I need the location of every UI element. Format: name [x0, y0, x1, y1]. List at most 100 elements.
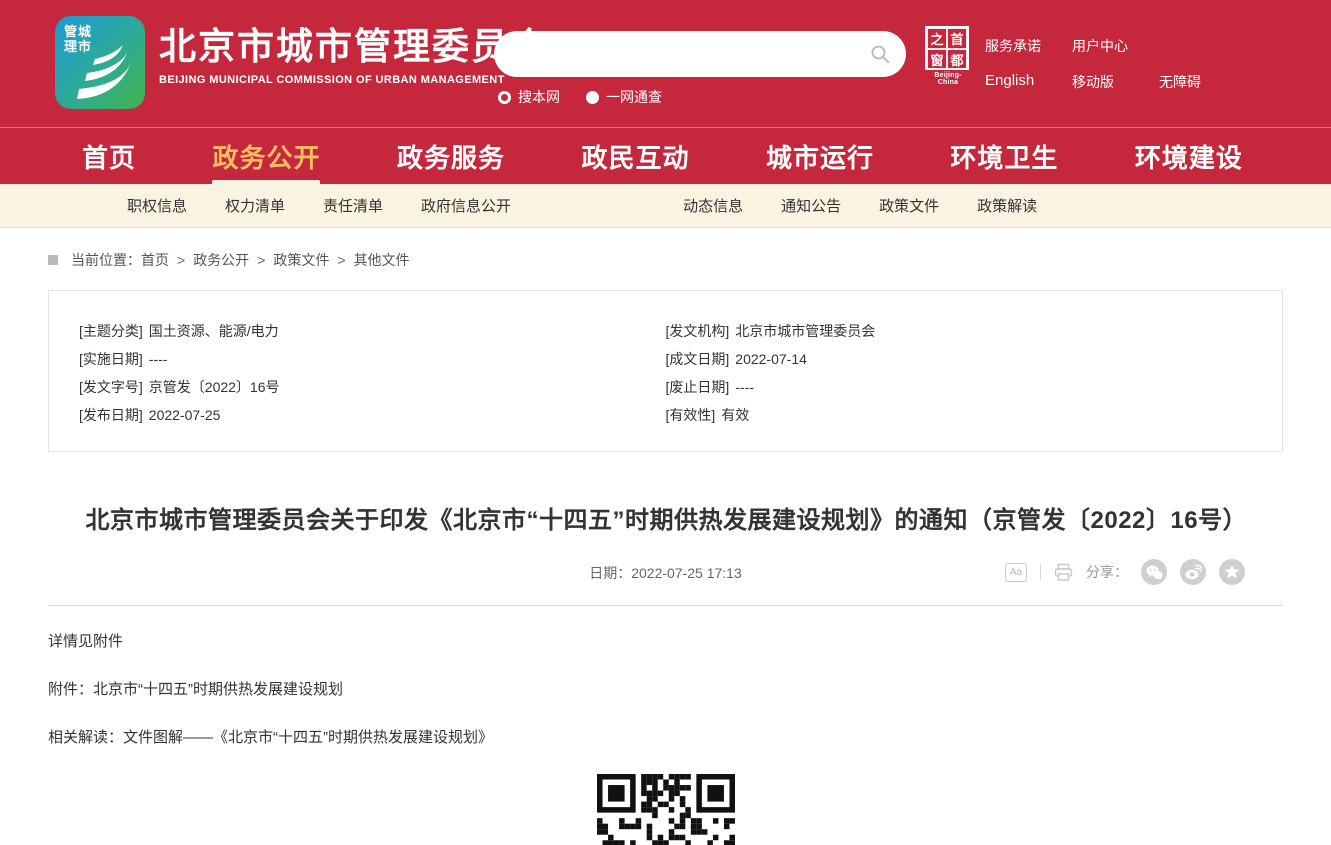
sub-nav: 职权信息 权力清单 责任清单 政府信息公开 动态信息 通知公告 政策文件 政策解… [0, 184, 1331, 228]
meta-label: [发文机构] [666, 323, 730, 339]
radio-selected-icon[interactable] [498, 91, 511, 104]
breadcrumb: 当前位置： 首页 > 政务公开 > 政策文件 > 其他文件 [48, 250, 1331, 270]
org-name-block: 北京市城市管理委员会 BEIJING MUNICIPAL COMMISSION … [159, 16, 549, 86]
radio-unselected-icon[interactable] [586, 91, 599, 104]
breadcrumb-other-documents[interactable]: 其他文件 [354, 250, 410, 270]
weibo-icon[interactable] [1180, 559, 1206, 585]
qr-code-svg [597, 774, 735, 845]
nav-item-home[interactable]: 首页 [82, 128, 136, 185]
scope-option-network[interactable]: 一网通查 [586, 87, 662, 107]
article-tools: Aa 分享： [1005, 559, 1245, 585]
link-accessibility[interactable]: 无障碍 [1159, 72, 1246, 92]
article-title: 北京市城市管理委员会关于印发《北京市“十四五”时期供热发展建设规划》的通知（京管… [86, 496, 1246, 546]
tool-divider [1040, 564, 1041, 580]
font-size-icon[interactable]: Aa [1005, 563, 1027, 582]
capwin-char: 都 [947, 49, 967, 70]
meta-right-column: [发文机构] 北京市城市管理委员会 [成文日期] 2022-07-14 [废止日期]… [666, 317, 1253, 429]
wechat-icon[interactable] [1141, 559, 1167, 585]
meta-value: 北京市城市管理委员会 [735, 323, 875, 339]
link-english[interactable]: English [985, 72, 1072, 92]
scope-label: 搜本网 [518, 87, 560, 107]
breadcrumb-policy-documents[interactable]: 政策文件 [273, 250, 329, 270]
link-service-promise[interactable]: 服务承诺 [985, 36, 1072, 56]
search-area: 搜本网 一网通查 [494, 31, 906, 107]
nav-item-gov-services[interactable]: 政务服务 [397, 128, 505, 185]
meta-label: [废止日期] [666, 379, 730, 395]
link-mobile-version[interactable]: 移动版 [1072, 72, 1159, 92]
meta-value: 2022-07-25 [149, 407, 221, 423]
nav-item-environmental-sanitation[interactable]: 环境卫生 [950, 128, 1058, 185]
subnav-item-policy-interpretation[interactable]: 政策解读 [977, 195, 1037, 216]
paragraph-details: 详情见附件 [48, 632, 1331, 652]
logo-badge-icon: 管城 理市 [55, 16, 145, 109]
article-body: 详情见附件 附件：北京市“十四五”时期供热发展建设规划 相关解读：文件图解——《… [48, 632, 1331, 748]
quick-links: 服务承诺 用户中心 English 移动版 无障碍 [985, 36, 1246, 108]
breadcrumb-separator: > [337, 252, 345, 268]
breadcrumb-square-icon [48, 255, 58, 265]
meta-publish-date: [发布日期] 2022-07-25 [79, 401, 666, 429]
capwin-char: 首 [947, 28, 967, 49]
meta-left-column: [主题分类]国土资源、能源/电力 [实施日期] ---- [发文字号] 京管发〔20… [79, 317, 666, 429]
article-date-row: 日期：2022-07-25 17:13 Aa 分享： [0, 556, 1331, 590]
qr-code [597, 774, 735, 845]
link-user-center[interactable]: 用户中心 [1072, 36, 1159, 56]
meta-value: ---- [735, 379, 754, 395]
capital-window-grid-icon: 之 首 窗 都 [925, 26, 969, 70]
subnav-item-power-list[interactable]: 权力清单 [225, 195, 285, 216]
site-header: 管城 理市 北京市城市管理委员会 BEIJING MUNICIPAL COMMI… [0, 0, 1331, 127]
nav-item-environmental-construction[interactable]: 环境建设 [1135, 128, 1243, 185]
subnav-item-responsibility-list[interactable]: 责任清单 [323, 195, 383, 216]
meta-label: [有效性] [666, 407, 716, 423]
magnifier-icon[interactable] [870, 44, 890, 64]
related-interpretation-link[interactable]: 相关解读：文件图解——《北京市“十四五”时期供热发展建设规划》 [48, 728, 1331, 748]
meta-label: [实施日期] [79, 351, 143, 367]
meta-document-number: [发文字号] 京管发〔2022〕16号 [79, 373, 666, 401]
nav-item-city-operation[interactable]: 城市运行 [766, 128, 874, 185]
breadcrumb-separator: > [257, 252, 265, 268]
meta-value: ---- [149, 351, 168, 367]
breadcrumb-gov-disclosure[interactable]: 政务公开 [193, 250, 249, 270]
capwin-char: 之 [927, 28, 947, 49]
date-value: 2022-07-25 17:13 [631, 565, 742, 581]
title-divider [48, 605, 1283, 606]
logo-swoosh-icon [65, 27, 143, 107]
breadcrumb-separator: > [177, 252, 185, 268]
meta-implementation-date: [实施日期] ---- [79, 345, 666, 373]
capwin-caption: Beijing-China [925, 72, 971, 86]
subnav-item-notices[interactable]: 通知公告 [781, 195, 841, 216]
meta-validity: [有效性] 有效 [666, 401, 1253, 429]
nav-item-public-interaction[interactable]: 政民互动 [581, 128, 689, 185]
attachment-link[interactable]: 附件：北京市“十四五”时期供热发展建设规划 [48, 680, 1331, 700]
org-subtitle: BEIJING MUNICIPAL COMMISSION OF URBAN MA… [159, 74, 549, 86]
capital-window-logo[interactable]: 之 首 窗 都 Beijing-China [925, 26, 971, 86]
meta-value: 有效 [721, 407, 749, 423]
main-nav: 首页 政务公开 政务服务 政民互动 城市运行 环境卫生 环境建设 [0, 127, 1331, 184]
meta-label: [发文字号] [79, 379, 143, 395]
scope-label: 一网通查 [606, 87, 662, 107]
meta-label: [发布日期] [79, 407, 143, 423]
subnav-item-authority-info[interactable]: 职权信息 [127, 195, 187, 216]
subnav-item-dynamic-info[interactable]: 动态信息 [683, 195, 743, 216]
search-scope-options: 搜本网 一网通查 [498, 87, 906, 107]
meta-label: [主题分类] [79, 323, 143, 339]
org-title: 北京市城市管理委员会 [159, 24, 549, 70]
site-logo[interactable]: 管城 理市 北京市城市管理委员会 BEIJING MUNICIPAL COMMI… [55, 16, 549, 109]
nav-item-gov-disclosure[interactable]: 政务公开 [212, 128, 320, 185]
meta-repeal-date: [废止日期] ---- [666, 373, 1253, 401]
subnav-item-gov-info-disclosure[interactable]: 政府信息公开 [421, 195, 511, 216]
breadcrumb-home[interactable]: 首页 [141, 250, 169, 270]
page: 管城 理市 北京市城市管理委员会 BEIJING MUNICIPAL COMMI… [0, 0, 1331, 845]
printer-icon[interactable] [1054, 563, 1073, 582]
scope-option-site[interactable]: 搜本网 [498, 87, 560, 107]
subnav-item-policy-documents[interactable]: 政策文件 [879, 195, 939, 216]
breadcrumb-prefix: 当前位置： [71, 250, 141, 270]
meta-value: 京管发〔2022〕16号 [149, 379, 280, 395]
share-label: 分享： [1086, 562, 1128, 582]
document-meta-box: [主题分类]国土资源、能源/电力 [实施日期] ---- [发文字号] 京管发〔20… [48, 290, 1283, 452]
meta-label: [成文日期] [666, 351, 730, 367]
qzone-star-icon[interactable] [1219, 559, 1245, 585]
search-input[interactable] [514, 35, 854, 73]
date-label: 日期： [589, 565, 631, 581]
meta-topic-category: [主题分类]国土资源、能源/电力 [79, 317, 666, 345]
meta-value: 2022-07-14 [735, 351, 807, 367]
